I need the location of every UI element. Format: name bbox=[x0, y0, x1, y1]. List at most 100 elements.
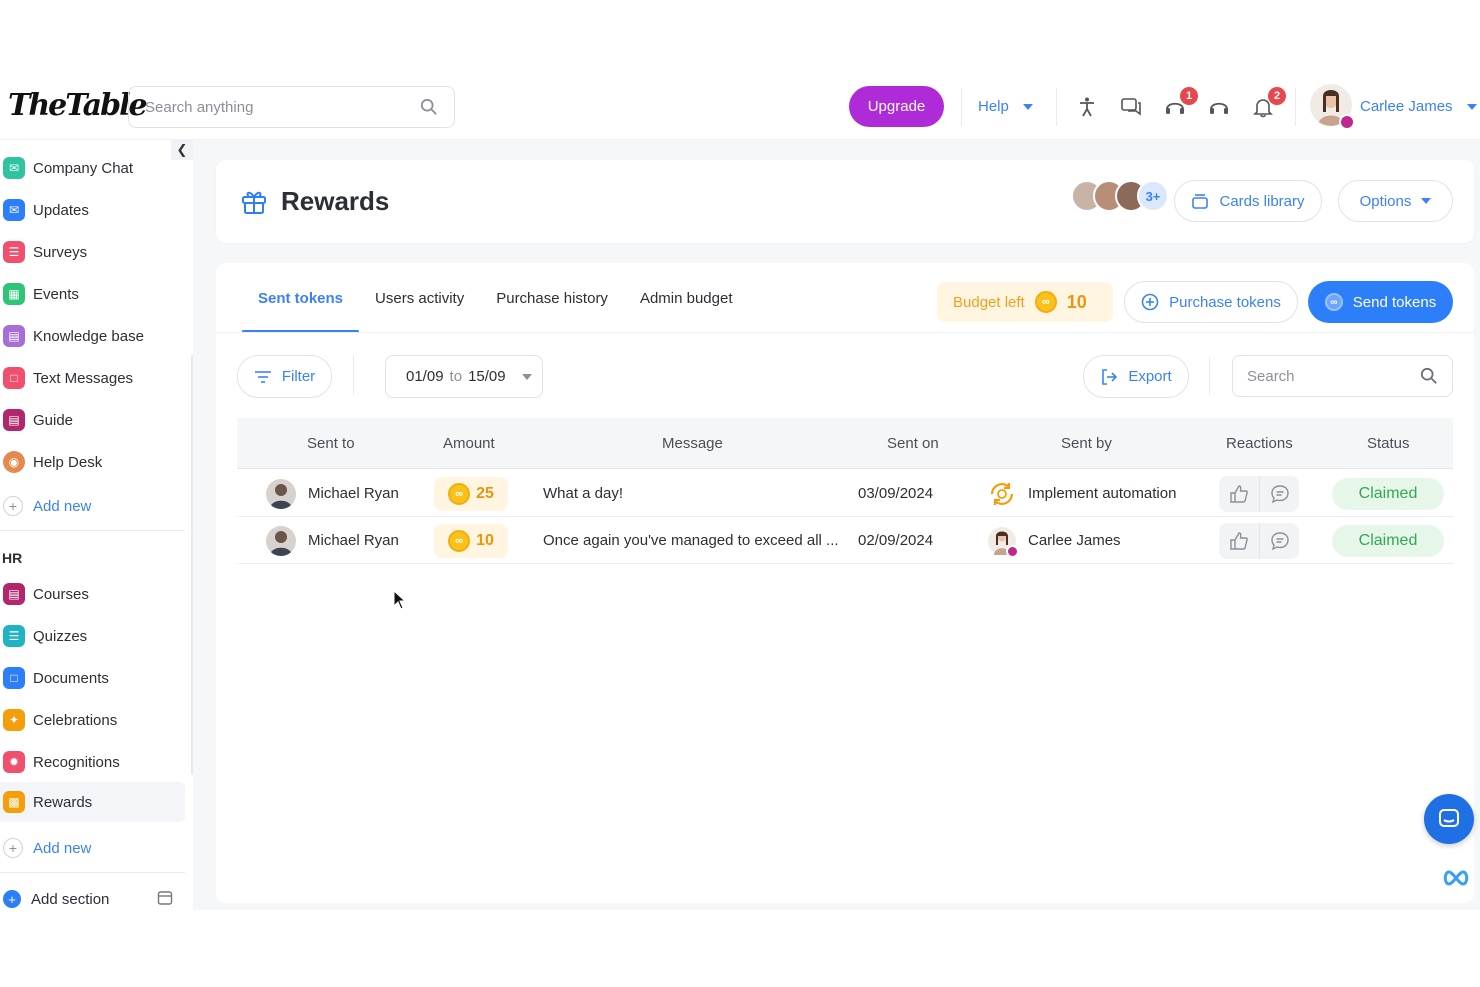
column-header-sent-to[interactable]: Sent to bbox=[307, 435, 355, 452]
cards-library-label: Cards library bbox=[1219, 192, 1305, 210]
export-button[interactable]: Export bbox=[1083, 355, 1189, 398]
sent-to-cell: Michael Ryan bbox=[266, 470, 399, 517]
plus-circle-icon bbox=[1141, 293, 1159, 311]
column-header-amount[interactable]: Amount bbox=[443, 435, 495, 452]
support-chat-fab[interactable] bbox=[1424, 794, 1474, 844]
like-button[interactable] bbox=[1219, 476, 1259, 512]
add-new-app-button[interactable]: + Add new bbox=[3, 496, 91, 516]
sidebar-item-recognitions[interactable]: ✹ Recognitions bbox=[0, 742, 185, 782]
tab-admin-budget[interactable]: Admin budget bbox=[624, 263, 749, 333]
like-button[interactable] bbox=[1219, 523, 1259, 559]
book-icon: ▤ bbox=[3, 325, 25, 347]
sidebar-item-courses[interactable]: ▤ Courses bbox=[0, 574, 185, 614]
divider bbox=[0, 872, 185, 873]
sidebar-item-text-messages[interactable]: □ Text Messages bbox=[0, 358, 185, 398]
filter-button[interactable]: Filter bbox=[237, 355, 332, 398]
chat-bubble-icon bbox=[1439, 809, 1459, 827]
sidebar-item-surveys[interactable]: ☰ Surveys bbox=[0, 232, 185, 272]
sidebar-item-label: Recognitions bbox=[33, 753, 120, 771]
tab-purchase-history[interactable]: Purchase history bbox=[480, 263, 624, 333]
thumbs-up-icon bbox=[1230, 531, 1248, 550]
help-menu[interactable]: Help bbox=[978, 98, 1033, 115]
cards-library-button[interactable]: Cards library bbox=[1174, 180, 1322, 222]
sidebar-item-events[interactable]: ▦ Events bbox=[0, 274, 185, 314]
divider bbox=[0, 530, 185, 531]
notifications-button[interactable]: 2 bbox=[1252, 87, 1286, 118]
messages-icon[interactable] bbox=[1120, 96, 1142, 118]
sidebar-item-label: Surveys bbox=[33, 243, 88, 261]
send-tokens-button[interactable]: ∞ Send tokens bbox=[1308, 281, 1453, 323]
column-header-sent-by[interactable]: Sent by bbox=[1061, 435, 1112, 452]
accessibility-icon[interactable] bbox=[1076, 96, 1098, 118]
purchase-tokens-label: Purchase tokens bbox=[1169, 293, 1281, 311]
admin-badge-icon bbox=[1006, 544, 1019, 558]
column-header-sent-on[interactable]: Sent on bbox=[887, 435, 939, 452]
sidebar-item-quizzes[interactable]: ☰ Quizzes bbox=[0, 616, 185, 656]
divider bbox=[961, 88, 962, 126]
gift-icon bbox=[242, 191, 266, 214]
sidebar-item-label: Quizzes bbox=[33, 627, 88, 645]
table-row[interactable]: Michael Ryan ∞ 25 What a day! 03/09/2024… bbox=[237, 470, 1453, 517]
sidebar-item-updates[interactable]: ✉ Updates bbox=[0, 190, 185, 230]
sidebar-item-celebrations[interactable]: ✦ Celebrations bbox=[0, 700, 185, 740]
user-name: Carlee James bbox=[1360, 98, 1453, 115]
token-coin-icon: ∞ bbox=[448, 529, 471, 552]
status-cell: Claimed bbox=[1332, 470, 1444, 517]
add-section-label: Add section bbox=[31, 890, 110, 908]
archive-icon[interactable] bbox=[157, 890, 173, 906]
comment-button[interactable] bbox=[1259, 522, 1299, 559]
recipient-avatar bbox=[266, 478, 296, 509]
budget-value: 10 bbox=[1066, 291, 1087, 312]
purchase-tokens-button[interactable]: Purchase tokens bbox=[1124, 281, 1298, 323]
sidebar-item-knowledge-base[interactable]: ▤ Knowledge base bbox=[0, 316, 185, 356]
date-from: 01/09 bbox=[406, 368, 444, 385]
add-new-hr-app-button[interactable]: + Add new bbox=[3, 838, 91, 858]
global-search-input[interactable]: Search anything bbox=[128, 86, 455, 128]
support-chat-button[interactable]: 1 bbox=[1164, 87, 1198, 118]
sidebar: ❮ ✉ Company Chat ✉ Updates ☰ Surveys ▦ E… bbox=[0, 140, 193, 910]
sender-name: Carlee James bbox=[1028, 532, 1121, 549]
user-menu[interactable]: Carlee James bbox=[1360, 98, 1477, 115]
mouse-cursor-icon bbox=[393, 590, 407, 610]
amount-cell: ∞ 25 bbox=[434, 470, 508, 517]
add-new-label: Add new bbox=[33, 497, 92, 515]
divider bbox=[353, 355, 354, 395]
sidebar-item-guide[interactable]: ▤ Guide bbox=[0, 400, 185, 440]
sidebar-item-label: Company Chat bbox=[33, 159, 134, 177]
send-tokens-label: Send tokens bbox=[1352, 293, 1437, 311]
sent-to-cell: Michael Ryan bbox=[266, 517, 399, 564]
recipient-name: Michael Ryan bbox=[308, 532, 399, 549]
page-header-card: Rewards 3+ Cards library Options bbox=[216, 160, 1474, 243]
export-label: Export bbox=[1128, 368, 1172, 385]
sidebar-item-label: Events bbox=[33, 285, 79, 303]
upgrade-button[interactable]: Upgrade bbox=[849, 86, 944, 127]
app-logo[interactable]: TheTable bbox=[8, 88, 148, 123]
table-row[interactable]: Michael Ryan ∞ 10 Once again you've mana… bbox=[237, 517, 1453, 564]
add-section-button[interactable]: + Add section bbox=[3, 890, 109, 908]
filter-label: Filter bbox=[281, 368, 316, 385]
sidebar-item-label: Rewards bbox=[33, 793, 93, 811]
column-header-message[interactable]: Message bbox=[662, 435, 723, 452]
tab-users-activity[interactable]: Users activity bbox=[359, 263, 480, 333]
automation-icon bbox=[990, 482, 1014, 505]
medal-icon: ✹ bbox=[3, 751, 25, 773]
token-coin-icon: ∞ bbox=[1034, 291, 1057, 313]
sidebar-item-rewards[interactable]: ▩ Rewards bbox=[0, 782, 185, 822]
party-icon: ✦ bbox=[3, 709, 25, 731]
headset-icon[interactable] bbox=[1208, 96, 1230, 118]
tab-sent-tokens[interactable]: Sent tokens bbox=[242, 263, 360, 333]
table-search-input[interactable]: Search bbox=[1232, 355, 1453, 397]
options-button[interactable]: Options bbox=[1338, 180, 1453, 222]
sidebar-item-documents[interactable]: □ Documents bbox=[0, 658, 185, 698]
column-header-reactions[interactable]: Reactions bbox=[1226, 435, 1293, 452]
sidebar-item-help-desk[interactable]: ◉ Help Desk bbox=[0, 442, 185, 482]
token-coin-icon: ∞ bbox=[448, 482, 471, 505]
members-avatars[interactable]: 3+ bbox=[1071, 180, 1169, 212]
comment-button[interactable] bbox=[1259, 475, 1299, 512]
sidebar-item-company-chat[interactable]: ✉ Company Chat bbox=[0, 148, 185, 188]
chevron-down-icon bbox=[1466, 103, 1477, 110]
envelope-icon: ✉ bbox=[3, 199, 25, 221]
date-range-picker[interactable]: 01/09 to 15/09 bbox=[385, 355, 543, 398]
sidebar-item-label: Help Desk bbox=[33, 453, 103, 471]
column-header-status[interactable]: Status bbox=[1367, 435, 1410, 452]
